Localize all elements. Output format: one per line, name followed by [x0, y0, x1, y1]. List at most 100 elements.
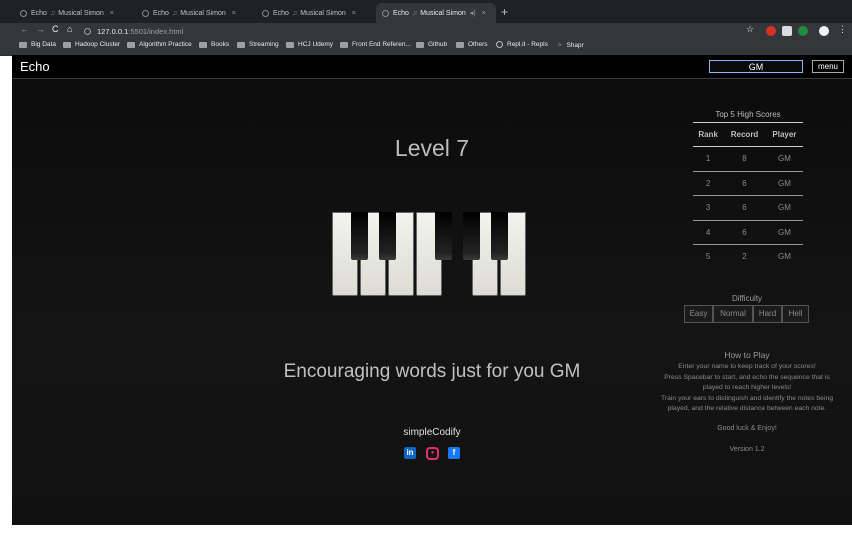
- close-icon[interactable]: ×: [482, 10, 486, 17]
- instagram-icon[interactable]: ●: [426, 447, 439, 460]
- reload-icon[interactable]: C: [52, 24, 59, 34]
- piano-black-key[interactable]: [463, 212, 480, 260]
- how-to-play-text: Enter your name to keep track of your sc…: [654, 362, 840, 415]
- piano-black-key[interactable]: [491, 212, 508, 260]
- piano-black-key[interactable]: [435, 212, 452, 260]
- player-cell: GM: [765, 220, 803, 245]
- player-cell: GM: [765, 195, 803, 221]
- bookmark-item[interactable]: Others: [456, 41, 488, 48]
- tab-subtitle: Musical Simon: [300, 9, 346, 17]
- info-icon: [84, 27, 91, 35]
- app-navbar: Echo menu: [12, 55, 852, 79]
- how-to-play-title: How to Play: [724, 350, 770, 360]
- instruction-line: Enter your name to keep track of your sc…: [678, 363, 816, 370]
- table-header-row: Rank Record Player: [693, 122, 803, 147]
- menu-button[interactable]: menu: [812, 60, 844, 73]
- piano-black-key[interactable]: [351, 212, 368, 260]
- column-header: Rank: [693, 122, 724, 147]
- replit-icon: [496, 41, 503, 48]
- player-cell: GM: [765, 146, 803, 172]
- folder-icon: [340, 41, 348, 48]
- address-bar[interactable]: 127.0.0.1:5501/index.html: [84, 24, 739, 38]
- globe-icon: [20, 9, 27, 17]
- bookmark-item[interactable]: Algorithm Practice: [127, 41, 192, 48]
- folder-icon: [416, 41, 424, 48]
- browser-tab[interactable]: Echo ♫ Musical Simon ×: [256, 3, 374, 23]
- good-luck-text: Good luck & Enjoy!: [717, 425, 777, 432]
- more-menu-icon[interactable]: ⋮: [838, 24, 847, 35]
- tab-title: Echo: [31, 9, 47, 17]
- url-host: 127.0.0.1: [97, 26, 129, 36]
- bookmark-item[interactable]: Hadoop Cluster: [63, 41, 120, 48]
- facebook-icon[interactable]: f: [448, 447, 460, 459]
- record-cell: 2: [742, 252, 747, 262]
- tab-strip: Echo ♫ Musical Simon × Echo ♫ Musical Simo…: [0, 0, 852, 23]
- home-icon[interactable]: ⌂: [67, 24, 72, 34]
- bookmark-item[interactable]: Books: [199, 41, 229, 48]
- bookmark-item[interactable]: Streaming: [237, 41, 279, 48]
- column-header: Player: [765, 122, 803, 147]
- instruction-line: Press Spacebar to start, and echo the se…: [664, 373, 830, 381]
- table-row: 5 2 GM: [693, 245, 803, 269]
- globe-icon: [142, 9, 149, 17]
- close-icon[interactable]: ×: [352, 10, 356, 17]
- bookmark-label: Algorithm Practice: [139, 41, 192, 48]
- bookmark-label: Repl.it - Repls: [507, 41, 548, 48]
- instruction-line: played to reach higher levels!: [702, 384, 792, 391]
- rank-cell: 5: [705, 252, 711, 262]
- record-cell: 8: [723, 146, 766, 172]
- shapr-icon: ✧: [557, 42, 563, 49]
- rank-cell: 2: [693, 171, 724, 196]
- rank-cell: 1: [693, 146, 724, 172]
- bookmark-label: Books: [211, 41, 230, 48]
- extension-green-icon[interactable]: [798, 26, 808, 36]
- difficulty-easy-button[interactable]: Easy: [684, 305, 713, 323]
- difficulty-normal-button[interactable]: Normal: [713, 305, 753, 323]
- instruction-line: played, and the relative distance betwee…: [667, 405, 827, 412]
- linkedin-icon[interactable]: in: [404, 447, 416, 459]
- speaker-icon: ◂): [469, 10, 476, 17]
- piano-keyboard: [332, 212, 530, 298]
- folder-icon: [127, 41, 135, 48]
- bookmark-item[interactable]: Front End Referen...: [340, 41, 411, 48]
- rank-cell: 3: [693, 195, 724, 221]
- app-brand[interactable]: Echo: [20, 59, 50, 74]
- folder-icon: [63, 41, 71, 48]
- forward-icon[interactable]: →: [36, 24, 45, 34]
- app-page: Echo menu Level 7 Encouraging words just…: [12, 55, 852, 525]
- instruction-line: Train your ears to distinguish and ident…: [660, 394, 834, 402]
- player-name-input[interactable]: [709, 60, 803, 73]
- bookmark-item[interactable]: Big Data: [19, 41, 56, 48]
- globe-icon: [382, 9, 389, 17]
- difficulty-hard-button[interactable]: Hard: [753, 305, 782, 323]
- browser-tab-active[interactable]: Echo ♫ Musical Simon ◂) ×: [376, 3, 496, 23]
- bookmark-item[interactable]: ✧ Shapr: [557, 41, 584, 50]
- browser-tab[interactable]: Echo ♫ Musical Simon ×: [14, 3, 132, 23]
- tab-subtitle: Musical Simon: [180, 9, 226, 17]
- profile-avatar-icon[interactable]: [819, 26, 829, 36]
- credit-text: simpleCodify: [403, 427, 461, 438]
- bookmark-label: Hadoop Cluster: [75, 41, 121, 48]
- close-icon[interactable]: ×: [110, 10, 114, 17]
- back-icon[interactable]: ←: [20, 24, 29, 34]
- difficulty-hell-button[interactable]: Hell: [782, 305, 809, 323]
- bookmark-item[interactable]: Repl.it - Repls: [496, 41, 548, 48]
- tab-title: Echo: [273, 9, 289, 17]
- bookmark-item[interactable]: HCJ Udemy: [286, 41, 333, 48]
- rank-cell: 4: [693, 220, 724, 245]
- new-tab-icon[interactable]: +: [501, 5, 508, 19]
- bookmark-star-icon[interactable]: ☆: [746, 24, 754, 35]
- close-icon[interactable]: ×: [232, 10, 236, 17]
- extension-red-icon[interactable]: [766, 26, 776, 36]
- bookmark-item[interactable]: Github: [416, 41, 447, 48]
- bookmark-label: Front End Referen...: [352, 41, 411, 48]
- bookmark-label: Streaming: [249, 41, 279, 48]
- difficulty-button-group: Easy Normal Hard Hell: [684, 305, 809, 323]
- extension-gray-icon[interactable]: [782, 26, 792, 36]
- piano-black-key[interactable]: [379, 212, 396, 260]
- browser-tab[interactable]: Echo ♫ Musical Simon ×: [136, 3, 254, 23]
- record-cell: 6: [723, 220, 766, 245]
- column-header: Record: [723, 122, 766, 147]
- version-text: Version 1.2: [729, 446, 765, 453]
- table-row: 1 8 GM: [693, 146, 803, 172]
